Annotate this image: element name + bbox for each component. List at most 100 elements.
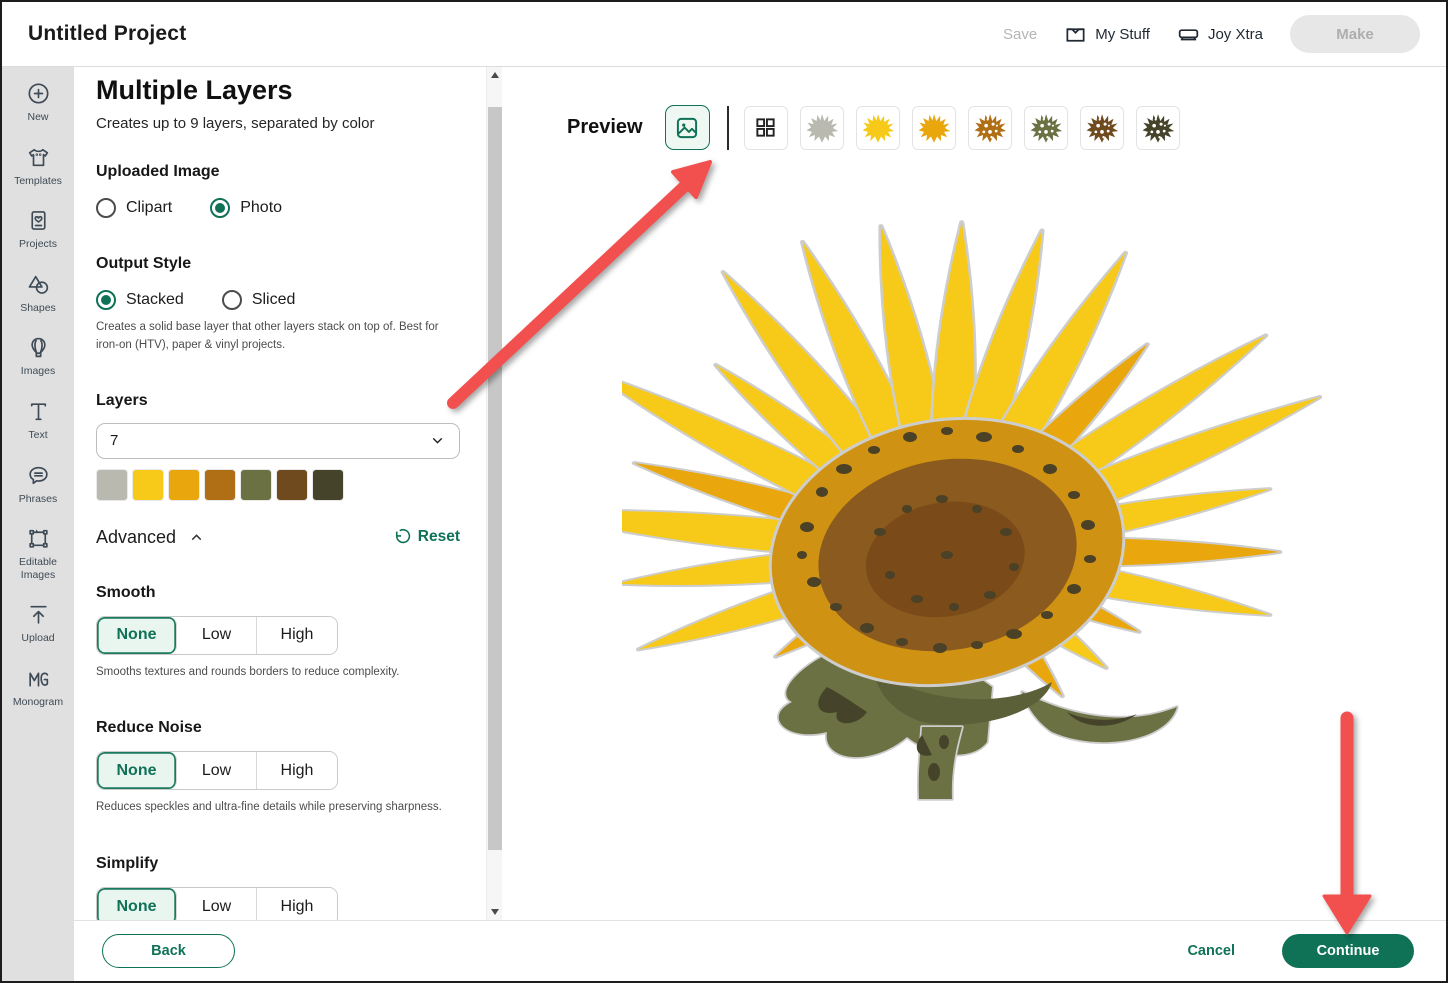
thumbnail-layer-7[interactable] xyxy=(1135,105,1180,150)
sidebar-item-editable-images[interactable]: Editable Images xyxy=(3,526,73,581)
thumbnail-layer-3[interactable] xyxy=(911,105,956,150)
swatch-gray[interactable] xyxy=(96,468,128,501)
sidebar-label: New xyxy=(27,111,49,123)
thumbnail-layer-6[interactable] xyxy=(1079,105,1124,150)
smooth-none-button[interactable]: None xyxy=(97,616,177,654)
sidebar-item-new[interactable]: New xyxy=(3,81,73,124)
sidebar-label: Editable Images xyxy=(19,556,57,581)
vertical-divider xyxy=(726,105,729,150)
continue-button[interactable]: Continue xyxy=(1282,934,1414,968)
smooth-low-button[interactable]: Low xyxy=(177,616,257,654)
advanced-toggle[interactable]: Advanced xyxy=(96,527,205,548)
project-title: Untitled Project xyxy=(28,22,187,45)
cricut-upload-window: Untitled Project Save My Stuff Joy Xtra … xyxy=(0,0,1448,983)
layer-silhouette-icon xyxy=(973,111,1007,145)
thumbnail-layer-2[interactable] xyxy=(855,105,900,150)
hot-air-balloon-icon xyxy=(30,338,46,358)
machine-selector[interactable]: Joy Xtra xyxy=(1177,23,1263,46)
preview-image-toggle[interactable] xyxy=(664,105,710,150)
layer-swatches xyxy=(96,468,460,501)
swatch-olive[interactable] xyxy=(240,468,272,501)
preview-header: Preview xyxy=(567,105,1192,150)
uploaded-image-radio-group: Clipart Photo xyxy=(96,198,460,218)
letter-t-icon xyxy=(30,403,46,421)
panel-subtitle: Creates up to 9 layers, separated by col… xyxy=(96,115,375,132)
sidebar-item-text[interactable]: Text xyxy=(3,399,73,442)
smooth-segmented-control: None Low High xyxy=(96,615,338,655)
speech-bubble-icon xyxy=(28,466,48,484)
reduce-noise-label: Reduce Noise xyxy=(96,719,202,737)
sidebar-label: Upload xyxy=(21,632,55,645)
chevron-up-icon xyxy=(191,533,202,540)
machine-label: Joy Xtra xyxy=(1207,25,1263,43)
reduce-noise-segmented-control: None Low High xyxy=(96,751,338,791)
scrollbar-thumb[interactable] xyxy=(488,107,502,850)
sidebar-item-phrases[interactable]: Phrases xyxy=(3,463,73,506)
radio-stacked[interactable]: Stacked xyxy=(96,290,184,310)
plus-circle-icon xyxy=(27,83,49,104)
scroll-down-button[interactable] xyxy=(487,904,503,920)
radio-circle-unselected xyxy=(96,198,116,218)
radio-clipart[interactable]: Clipart xyxy=(96,198,172,218)
panel-title: Multiple Layers xyxy=(96,75,293,105)
swatch-gold[interactable] xyxy=(168,468,200,501)
swatch-dark-olive[interactable] xyxy=(312,468,344,501)
simplify-none-button[interactable]: None xyxy=(97,888,177,920)
output-style-label: Output Style xyxy=(96,255,192,272)
cancel-button[interactable]: Cancel xyxy=(1187,943,1235,959)
sidebar-item-upload[interactable]: Upload xyxy=(3,602,73,645)
reduce-noise-low-button[interactable]: Low xyxy=(177,752,257,790)
radio-label: Photo xyxy=(240,199,283,216)
thumbnail-all-layers[interactable] xyxy=(743,105,788,150)
sidebar-item-images[interactable]: Images xyxy=(3,335,73,378)
layers-count-value: 7 xyxy=(110,432,119,450)
layer-silhouette-icon xyxy=(1141,111,1175,145)
swatch-yellow[interactable] xyxy=(132,468,164,501)
layers-count-select[interactable]: 7 xyxy=(96,422,460,459)
sidebar-item-projects[interactable]: Projects xyxy=(3,208,73,251)
radio-sliced[interactable]: Sliced xyxy=(221,290,296,310)
thumbnail-layer-5[interactable] xyxy=(1023,105,1068,150)
sidebar-item-monogram[interactable]: Monogram xyxy=(3,666,73,709)
traced-image-preview xyxy=(622,187,1322,817)
sidebar-label: Templates xyxy=(14,174,62,187)
swatch-ochre[interactable] xyxy=(204,468,236,501)
layer-silhouette-icon xyxy=(917,111,951,145)
notebook-heart-icon xyxy=(30,211,46,231)
scroll-up-button[interactable] xyxy=(487,67,503,83)
panel-scrollbar[interactable] xyxy=(486,67,502,920)
smooth-label: Smooth xyxy=(96,583,156,601)
reset-button[interactable]: Reset xyxy=(392,528,460,547)
advanced-label: Advanced xyxy=(96,526,177,547)
layer-silhouette-icon xyxy=(1029,111,1063,145)
sidebar-item-shapes[interactable]: Shapes xyxy=(3,272,73,315)
radio-label: Sliced xyxy=(251,291,296,308)
save-button[interactable]: Save xyxy=(1003,26,1037,43)
sidebar-label: Text xyxy=(28,428,48,441)
make-button[interactable]: Make xyxy=(1290,15,1420,53)
bottom-action-bar: Back Cancel Continue xyxy=(74,920,1446,981)
back-button[interactable]: Back xyxy=(102,934,235,968)
sidebar-label: Images xyxy=(20,365,56,378)
undo-arrow-icon xyxy=(395,528,410,543)
thumbnail-layer-1[interactable] xyxy=(799,105,844,150)
inbox-icon xyxy=(1066,27,1085,42)
thumbnail-layer-4[interactable] xyxy=(967,105,1012,150)
output-style-description: Creates a solid base layer that other la… xyxy=(96,321,439,351)
swatch-brown[interactable] xyxy=(276,468,308,501)
simplify-high-button[interactable]: High xyxy=(257,888,337,920)
my-stuff-button[interactable]: My Stuff xyxy=(1064,23,1150,46)
smooth-description: Smooths textures and rounds borders to r… xyxy=(96,665,400,678)
reduce-noise-description: Reduces speckles and ultra-fine details … xyxy=(96,801,442,814)
smooth-high-button[interactable]: High xyxy=(257,616,337,654)
sidebar-label: Phrases xyxy=(18,492,58,505)
simplify-low-button[interactable]: Low xyxy=(177,888,257,920)
radio-photo[interactable]: Photo xyxy=(210,198,282,218)
reduce-noise-none-button[interactable]: None xyxy=(97,752,177,790)
tshirt-icon xyxy=(28,148,48,166)
simplify-segmented-control: None Low High xyxy=(96,887,338,920)
radio-circle-unselected xyxy=(221,290,242,310)
triangle-up-icon xyxy=(491,72,499,78)
reduce-noise-high-button[interactable]: High xyxy=(257,752,337,790)
sidebar-item-templates[interactable]: Templates xyxy=(3,145,73,188)
